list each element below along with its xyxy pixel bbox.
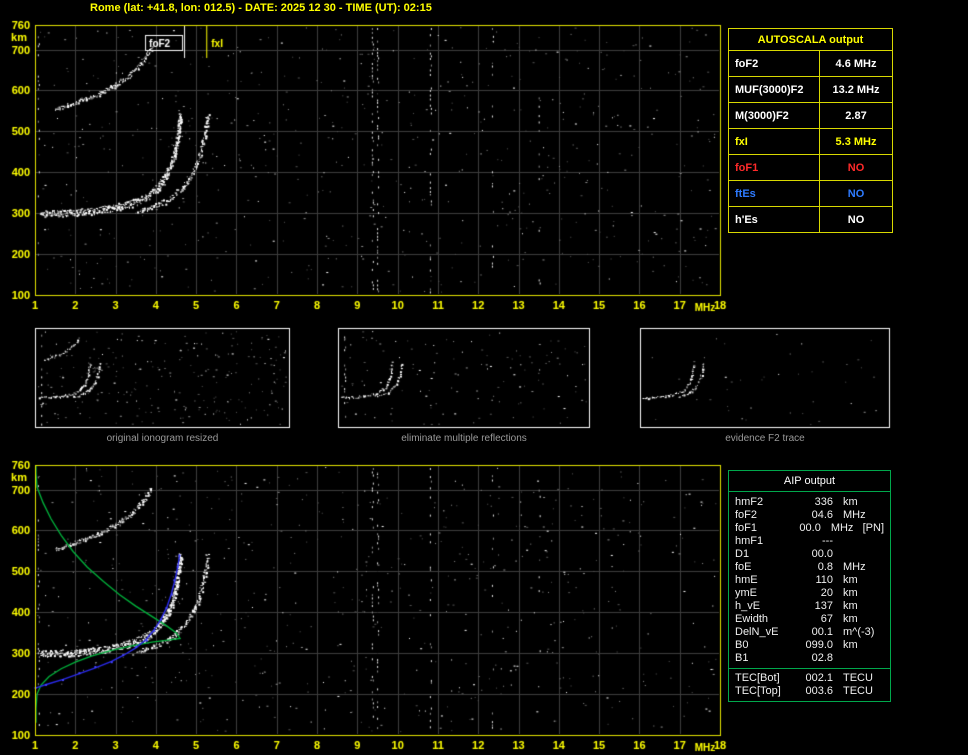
aip-name: Ewidth (735, 613, 769, 625)
autoscala-row-fof2: foF2 4.6 MHz (729, 51, 892, 77)
aip-value: --- (822, 535, 833, 547)
autoscala-value: NO (847, 187, 865, 200)
aip-name: D1 (735, 548, 750, 560)
aip-value: 02.8 (811, 652, 833, 664)
aip-body: hmF2 336 km foF2 04.6 MHz foF1 00.0 MHz [PN] h… (728, 492, 891, 669)
aip-value: 20 (820, 587, 833, 599)
autoscala-label: MUF(3000)F2 (729, 77, 820, 102)
autoscala-row-m3000f2: M(3000)F2 2.87 (729, 103, 892, 129)
thumbnail-caption-original: original ionogram resized (106, 433, 219, 444)
autoscala-header: AUTOSCALA output (729, 29, 892, 51)
aip-unit: TECU (843, 685, 873, 697)
aip-row-tec-bot: TEC[Bot] 002.1 TECU (735, 672, 884, 685)
aip-value: 00.0 (811, 548, 833, 560)
aip-value: 00.1 (811, 626, 833, 638)
aip-unit: km (843, 600, 858, 612)
aip-name: TEC[Top] (735, 685, 781, 697)
thumbnail-caption-evidence: evidence F2 trace (725, 433, 805, 444)
aip-unit: TECU (843, 672, 873, 684)
autoscala-row-fof1: foF1 NO (729, 155, 892, 181)
autoscala-label: M(3000)F2 (729, 103, 820, 128)
aip-row-deln-ve: DelN_vE 00.1 m^(-3) (735, 626, 884, 639)
aip-name: foF2 (735, 509, 758, 521)
autoscala-value: 2.87 (845, 109, 867, 122)
aip-unit: km (843, 496, 858, 508)
aip-row-yme: ymE 20 km (735, 587, 884, 600)
aip-unit: MHz (843, 561, 866, 573)
autoscala-value: NO (847, 161, 865, 174)
aip-unit: km (843, 574, 858, 586)
aip-name: foE (735, 561, 752, 573)
aip-value: 002.1 (805, 672, 833, 684)
aip-row-d1: D1 00.0 (735, 548, 884, 561)
autoscala-row-muf3000f2: MUF(3000)F2 13.2 MHz (729, 77, 892, 103)
aip-name: B1 (735, 652, 749, 664)
autoscala-value: 4.6 MHz (835, 57, 877, 70)
aip-row-foe: foE 0.8 MHz (735, 561, 884, 574)
autoscala-label: fxI (729, 129, 820, 154)
aip-value: 0.8 (817, 561, 833, 573)
autoscala-value: NO (847, 213, 865, 226)
aip-row-fof2: foF2 04.6 MHz (735, 509, 884, 522)
aip-unit: MHz [PN] (830, 522, 884, 534)
aip-value: 67 (820, 613, 833, 625)
aip-name: ymE (735, 587, 757, 599)
autoscala-screen: Rome (lat: +41.8, lon: 012.5) - DATE: 20… (0, 0, 968, 755)
autoscala-label: foF2 (729, 51, 820, 76)
aip-tec-box: TEC[Bot] 002.1 TECU TEC[Top] 003.6 TECU (728, 669, 891, 702)
page-title: Rome (lat: +41.8, lon: 012.5) - DATE: 20… (90, 2, 432, 14)
aip-value: 00.0 (799, 522, 821, 534)
thumbnail-caption-eliminate: eliminate multiple reflections (401, 433, 527, 444)
aip-unit: km (843, 613, 858, 625)
aip-value: 099.0 (805, 639, 833, 651)
aip-name: TEC[Bot] (735, 672, 780, 684)
aip-value: 137 (814, 600, 833, 612)
autoscala-label: foF1 (729, 155, 820, 180)
aip-name: hmF2 (735, 496, 764, 508)
aip-unit: km (843, 587, 858, 599)
aip-value: 003.6 (805, 685, 833, 697)
aip-row-hmf2: hmF2 336 km (735, 496, 884, 509)
aip-name: DelN_vE (735, 626, 779, 638)
autoscala-row-fxi: fxI 5.3 MHz (729, 129, 892, 155)
aip-name: hmE (735, 574, 758, 586)
aip-row-hme: hmE 110 km (735, 574, 884, 587)
aip-unit: m^(-3) (843, 626, 875, 638)
aip-value: 336 (814, 496, 833, 508)
aip-row-b0: B0 099.0 km (735, 639, 884, 652)
aip-row-hmf1: hmF1 --- (735, 535, 884, 548)
autoscala-row-hes: h'Es NO (729, 207, 892, 232)
autoscala-value: 5.3 MHz (835, 135, 877, 148)
autoscala-value: 13.2 MHz (832, 83, 880, 96)
autoscala-output-table: AUTOSCALA output foF2 4.6 MHz MUF(3000)F… (728, 28, 893, 233)
aip-name: hmF1 (735, 535, 764, 547)
aip-value: 110 (815, 574, 833, 586)
aip-value: 04.6 (811, 509, 833, 521)
aip-unit: km (843, 639, 858, 651)
aip-unit: MHz (843, 509, 866, 521)
aip-name: B0 (735, 639, 749, 651)
aip-row-hve: h_vE 137 km (735, 600, 884, 613)
autoscala-label: ftEs (729, 181, 820, 206)
aip-name: foF1 (735, 522, 758, 534)
aip-row-fof1: foF1 00.0 MHz [PN] (735, 522, 884, 535)
aip-row-ewidth: Ewidth 67 km (735, 613, 884, 626)
autoscala-row-ftes: ftEs NO (729, 181, 892, 207)
autoscala-label: h'Es (729, 207, 820, 232)
aip-name: h_vE (735, 600, 761, 612)
aip-header: AIP output (728, 470, 891, 492)
aip-row-tec-top: TEC[Top] 003.6 TECU (735, 685, 884, 698)
aip-row-b1: B1 02.8 (735, 652, 884, 665)
aip-output-table: AIP output hmF2 336 km foF2 04.6 MHz foF1 00.… (728, 470, 891, 702)
